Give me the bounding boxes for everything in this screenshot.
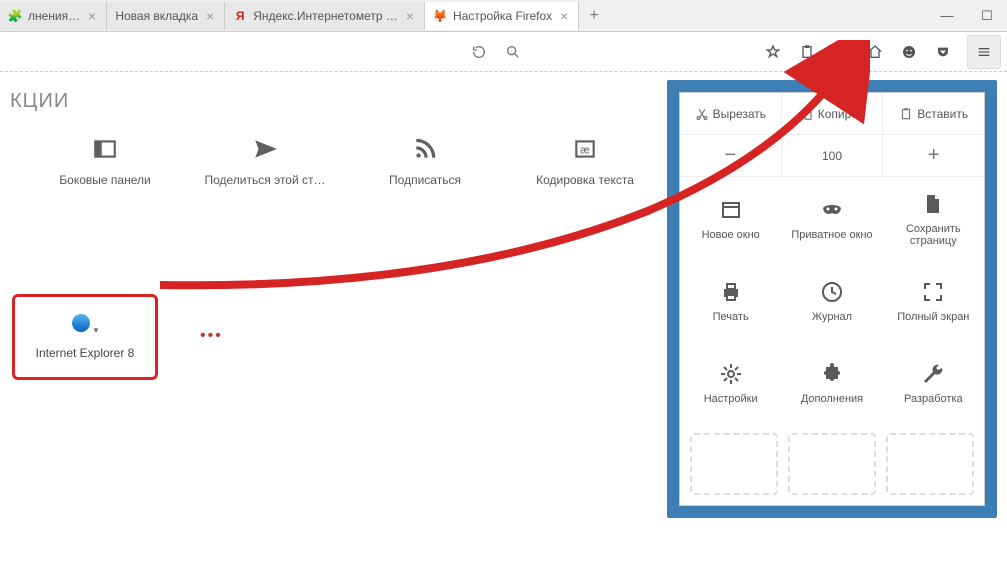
menu-label: Печать [713,311,749,323]
menu-panel: Вырезать Копиров Вставить − 100 + Новое … [667,80,997,518]
fullscreen-icon [921,277,945,307]
tab-addons[interactable]: 🧩 лнения… × [0,2,107,30]
copy-label: Копиров [818,107,865,121]
paste-button[interactable]: Вставить [883,93,984,134]
tab-label: лнения… [28,9,80,23]
rss-icon [360,131,490,167]
menu-private-window[interactable]: Приватное окно [781,177,882,259]
close-icon[interactable]: × [86,8,98,24]
tool-label: Подписаться [389,173,461,187]
tab-yandex[interactable]: Я Яндекс.Интернетометр … × [225,2,425,30]
zoom-out-button[interactable]: − [680,135,782,176]
minimize-button[interactable]: — [927,0,967,31]
zoom-level[interactable]: 100 [782,135,884,176]
tool-label: Поделиться этой ст… [204,173,325,187]
pocket-button[interactable] [929,38,957,66]
mask-icon [820,195,844,225]
menu-label: Приватное окно [791,229,872,241]
firefox-icon: 🦊 [433,9,447,23]
lastpass-icon[interactable]: ••• [200,327,223,345]
ie8-tool-highlight[interactable]: ▾ Internet Explorer 8 [12,294,158,380]
paste-label: Вставить [917,107,968,121]
menu-label: Разработка [904,393,963,405]
share-icon [200,131,330,167]
tool-share[interactable]: Поделиться этой ст… [200,131,330,187]
menu-history[interactable]: Журнал [781,259,882,341]
home-button[interactable] [861,38,889,66]
print-icon [719,277,743,307]
menu-addons[interactable]: Дополнения [781,341,882,423]
tool-label: Кодировка текста [536,173,634,187]
drop-slot[interactable] [690,433,778,495]
drop-slot[interactable] [788,433,876,495]
svg-text:æ: æ [580,144,590,156]
window-controls: — ☐ [927,0,1007,31]
tab-customize[interactable]: 🦊 Настройка Firefox × [425,2,579,30]
cut-label: Вырезать [713,107,766,121]
gear-icon [719,359,743,389]
menu-developer[interactable]: Разработка [883,341,984,423]
tool-label: Боковые панели [59,173,150,187]
downloads-button[interactable] [827,38,855,66]
menu-label: Журнал [812,311,852,323]
menu-save-page[interactable]: Сохранить страницу [883,177,984,259]
search-button[interactable] [499,38,527,66]
menu-settings[interactable]: Настройки [680,341,781,423]
maximize-button[interactable]: ☐ [967,0,1007,31]
sidebar-icon [40,131,170,167]
toolbar [0,32,1007,72]
copy-button[interactable]: Копиров [782,93,884,134]
new-tab-button[interactable]: + [579,7,608,25]
chevron-down-icon: ▾ [94,325,99,336]
menu-label: Дополнения [801,393,863,405]
drop-slot[interactable] [886,433,974,495]
menu-label: Настройки [704,393,758,405]
tab-bar: 🧩 лнения… × Новая вкладка × Я Яндекс.Инт… [0,0,1007,32]
window-icon [719,195,743,225]
reload-button[interactable] [465,38,493,66]
ie-icon [72,314,90,332]
tab-newtab[interactable]: Новая вкладка × [107,2,225,30]
tab-label: Новая вкладка [115,9,198,23]
close-icon[interactable]: × [404,8,416,24]
menu-print[interactable]: Печать [680,259,781,341]
encoding-icon: æ [520,131,650,167]
smiley-button[interactable] [895,38,923,66]
menu-new-window[interactable]: Новое окно [680,177,781,259]
close-icon[interactable]: × [204,8,216,24]
menu-label: Новое окно [702,229,760,241]
cut-button[interactable]: Вырезать [680,93,782,134]
menu-fullscreen[interactable]: Полный экран [883,259,984,341]
menu-label: Полный экран [897,311,969,323]
yandex-icon: Я [233,9,247,23]
file-icon [921,189,945,219]
tool-label: Internet Explorer 8 [36,346,135,360]
bookmark-star-button[interactable] [759,38,787,66]
puzzle-icon [820,359,844,389]
tab-label: Яндекс.Интернетометр … [253,9,398,23]
puzzle-icon: 🧩 [8,9,22,23]
menu-label: Сохранить страницу [887,223,980,247]
tab-label: Настройка Firefox [453,9,552,23]
close-icon[interactable]: × [558,8,570,24]
tool-sidebar[interactable]: Боковые панели [40,131,170,187]
menu-button[interactable] [967,35,1001,69]
wrench-icon [921,359,945,389]
zoom-value: 100 [822,149,842,163]
clipboard-button[interactable] [793,38,821,66]
zoom-in-button[interactable]: + [883,135,984,176]
tool-subscribe[interactable]: Подписаться [360,131,490,187]
tool-encoding[interactable]: æ Кодировка текста [520,131,650,187]
history-icon [820,277,844,307]
